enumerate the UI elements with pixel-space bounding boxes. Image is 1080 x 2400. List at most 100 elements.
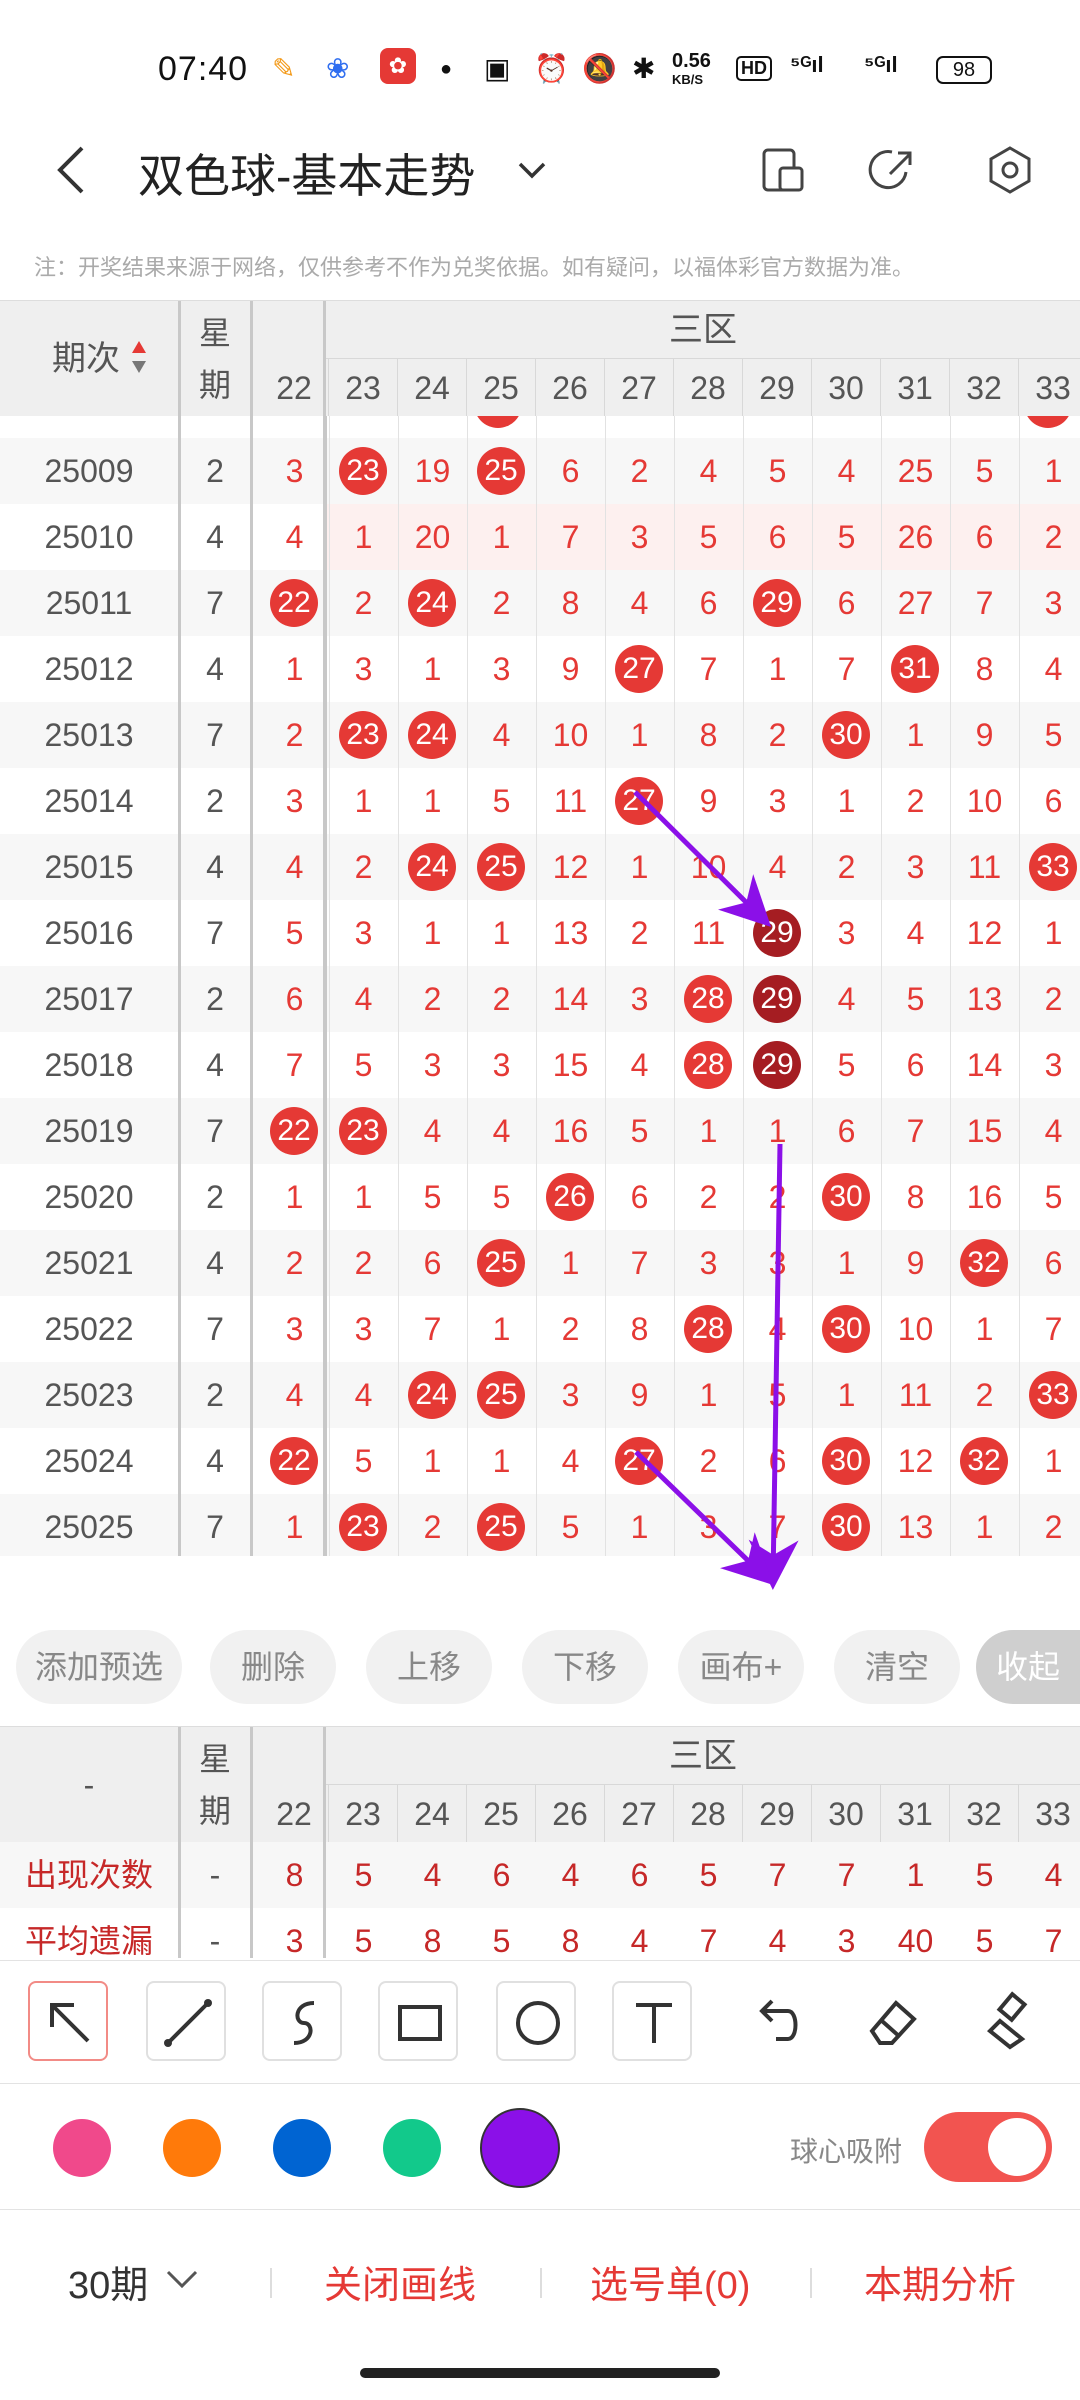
table-row: 25014 2 3 1 1 5 11 27 9 3 1 2 10 6: [0, 768, 1080, 834]
snap-toggle[interactable]: [924, 2112, 1052, 2182]
action-button-6[interactable]: 收起: [976, 1630, 1080, 1704]
miss-count-cell: 1: [768, 1113, 787, 1149]
alarm-icon: ⏰: [534, 53, 569, 84]
number-ball[interactable]: 22: [270, 1107, 318, 1155]
circle-tool-button[interactable]: [496, 1981, 576, 2061]
line-tool-button[interactable]: [146, 1981, 226, 2061]
action-button-2[interactable]: 上移: [366, 1630, 492, 1704]
number-ball[interactable]: 24: [408, 843, 456, 891]
number-ball[interactable]: 28: [684, 1305, 732, 1353]
miss-count-cell: 25: [897, 453, 934, 489]
number-ball[interactable]: 27: [615, 645, 663, 693]
number-ball[interactable]: 25: [477, 447, 525, 495]
number-ball[interactable]: 32: [960, 1437, 1008, 1485]
column-header-number: 25: [467, 1785, 536, 1843]
number-ball[interactable]: 28: [684, 975, 732, 1023]
close-draw-button[interactable]: 关闭画线: [324, 2254, 476, 2309]
number-ball[interactable]: 29: [753, 1041, 801, 1089]
miss-count-cell: 13: [897, 1509, 934, 1545]
stats-value: 5: [354, 1923, 373, 1958]
number-ball[interactable]: 30: [822, 1437, 870, 1485]
back-icon[interactable]: [52, 142, 92, 198]
color-swatch-3[interactable]: [383, 2119, 441, 2177]
color-swatch-1[interactable]: [163, 2119, 221, 2177]
action-button-5[interactable]: 清空: [834, 1630, 960, 1704]
action-button-1[interactable]: 删除: [210, 1630, 336, 1704]
rectangle-tool-button[interactable]: [378, 1981, 458, 2061]
snap-label: 球心吸附: [790, 2136, 903, 2167]
number-ball[interactable]: 27: [615, 1437, 663, 1485]
miss-count-cell: 3: [492, 651, 511, 687]
period-count-select[interactable]: 30期: [68, 2254, 148, 2309]
number-ball[interactable]: 27: [615, 777, 663, 825]
number-ball[interactable]: 25: [477, 1239, 525, 1287]
number-ball[interactable]: 23: [339, 711, 387, 759]
number-ball[interactable]: 30: [822, 1503, 870, 1551]
number-ball[interactable]: 24: [408, 711, 456, 759]
undo-button[interactable]: [736, 1981, 816, 2061]
miss-count-cell: 3: [492, 1047, 511, 1083]
miss-count-cell: 2: [423, 981, 442, 1017]
text-tool-button[interactable]: [612, 1981, 692, 2061]
signal-5g-icon-1: ⁵ᴳıl: [790, 52, 824, 77]
column-divider: [950, 416, 951, 1556]
share-icon[interactable]: [866, 144, 918, 196]
stats-value: 40: [897, 1923, 934, 1958]
arrow-tool-button[interactable]: [28, 1981, 108, 2061]
number-ball[interactable]: 25: [477, 1371, 525, 1419]
page-title[interactable]: 双色球-基本走势: [138, 140, 475, 206]
stats-value: 4: [561, 1857, 580, 1893]
stats-value: 4: [630, 1923, 649, 1958]
number-ball[interactable]: 29: [753, 975, 801, 1023]
action-button-0[interactable]: 添加预选: [16, 1630, 182, 1704]
number-ball[interactable]: 24: [408, 579, 456, 627]
number-ball[interactable]: 33: [1029, 843, 1077, 891]
miss-count-cell: 3: [561, 1377, 580, 1413]
number-ball[interactable]: 30: [822, 711, 870, 759]
number-ball[interactable]: 25: [477, 843, 525, 891]
chevron-down-icon[interactable]: [514, 156, 550, 184]
miss-count-cell: 7: [423, 1311, 442, 1347]
period-chevron-down-icon[interactable]: [164, 2268, 200, 2292]
number-ball[interactable]: 25: [477, 1503, 525, 1551]
number-ball[interactable]: 26: [546, 1173, 594, 1221]
number-ball[interactable]: 30: [822, 1305, 870, 1353]
number-ball[interactable]: 23: [339, 1107, 387, 1155]
number-ball[interactable]: 31: [891, 645, 939, 693]
signal-5g-icon-2: ⁵ᴳıl: [864, 52, 898, 77]
device-switch-icon[interactable]: [756, 144, 808, 196]
action-button-3[interactable]: 下移: [522, 1630, 648, 1704]
curve-tool-button[interactable]: [262, 1981, 342, 2061]
color-swatch-0[interactable]: [53, 2119, 111, 2177]
number-ball[interactable]: 22: [270, 579, 318, 627]
column-divider: [250, 301, 253, 417]
trend-grid: 25009 2 3 23 19 25 6 2 4 5 4 25 5 1 25010 4 4 1 20 1 7 3 5 6 5 26…: [0, 416, 1080, 1556]
eraser-button[interactable]: [852, 1981, 932, 2061]
number-ball[interactable]: 29: [753, 579, 801, 627]
number-ball[interactable]: 22: [270, 1437, 318, 1485]
select-list-button[interactable]: 选号单(0): [590, 2254, 750, 2309]
miss-count-cell: 2: [699, 1443, 718, 1479]
number-ball[interactable]: 30: [822, 1173, 870, 1221]
text-tool-icon: [636, 2003, 672, 2043]
number-ball[interactable]: 33: [1029, 1371, 1077, 1419]
settings-icon[interactable]: [984, 144, 1036, 196]
period-analysis-button[interactable]: 本期分析: [864, 2254, 1016, 2309]
miss-count-cell: 16: [552, 1113, 589, 1149]
number-ball[interactable]: 32: [960, 1239, 1008, 1287]
number-ball[interactable]: 24: [408, 1371, 456, 1419]
number-ball[interactable]: 23: [339, 1503, 387, 1551]
number-ball[interactable]: 29: [753, 909, 801, 957]
number-ball[interactable]: 23: [339, 447, 387, 495]
action-button-4[interactable]: 画布+: [678, 1630, 804, 1704]
stats-row: 平均遗漏 - 3 5 8 5 8 4 7 4 3 40 5 7: [0, 1908, 1080, 1958]
miss-count-cell: 3: [423, 1047, 442, 1083]
number-ball[interactable]: 28: [684, 1041, 732, 1089]
color-swatch-4[interactable]: [480, 2108, 560, 2188]
miss-count-cell: 1: [423, 651, 442, 687]
miss-count-cell: 1: [285, 1509, 304, 1545]
clear-brush-button[interactable]: [970, 1981, 1050, 2061]
color-swatch-2[interactable]: [273, 2119, 331, 2177]
miss-count-cell: 5: [492, 783, 511, 819]
curve-tool-icon: [293, 2001, 315, 2045]
